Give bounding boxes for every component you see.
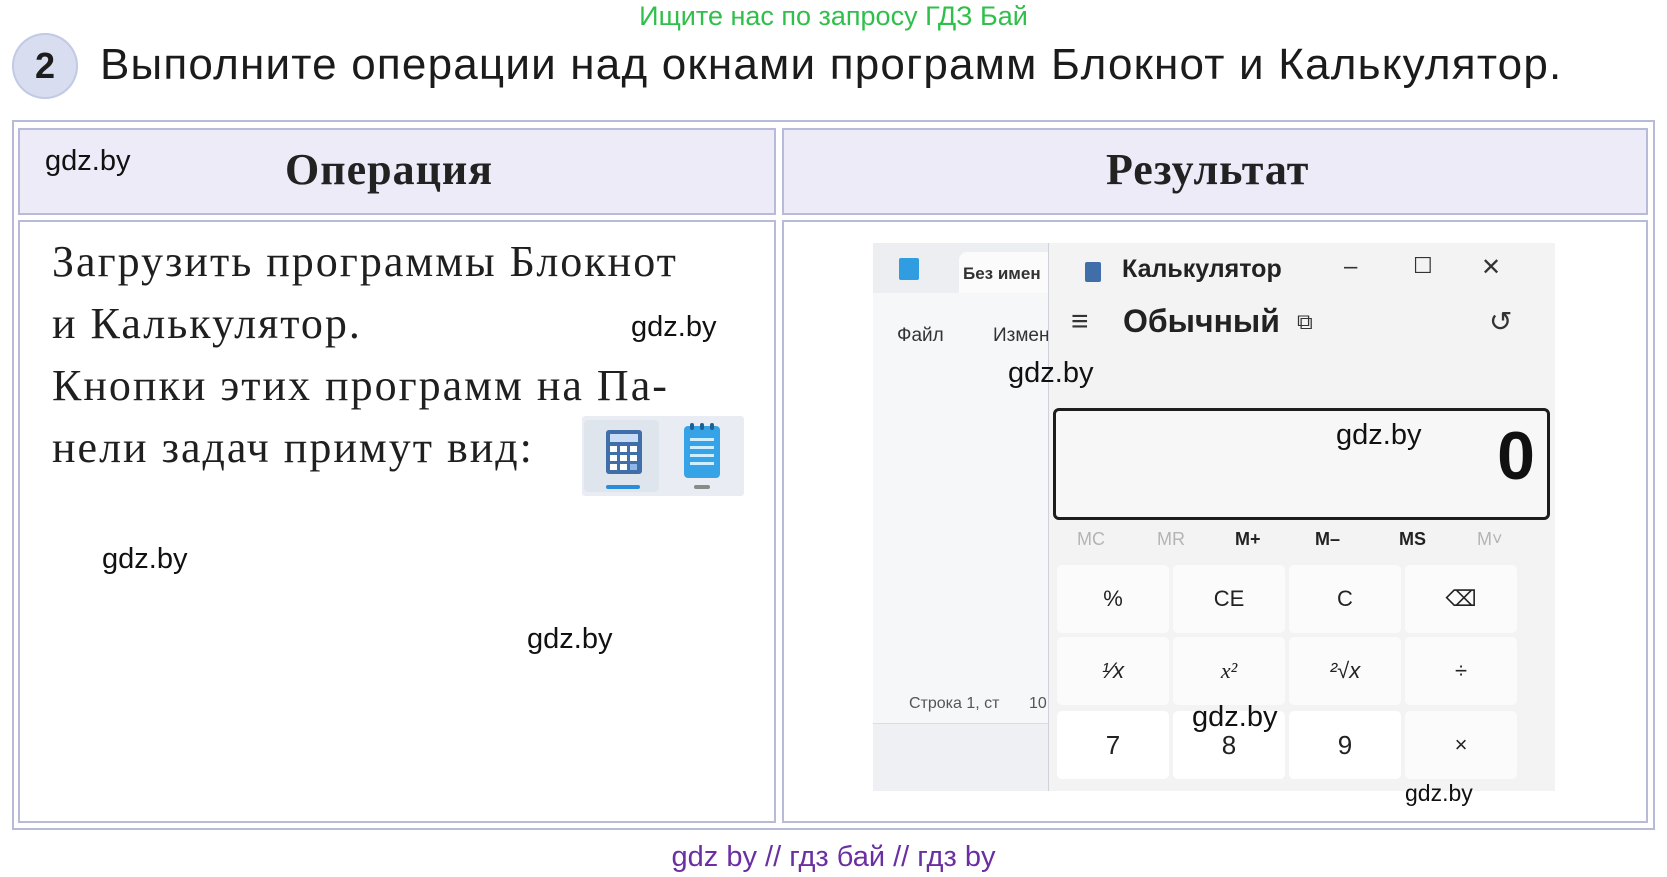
calculator-display: 0: [1053, 408, 1550, 520]
operation-line-4: нели задач примут вид:: [52, 423, 534, 472]
key-divide: ÷: [1405, 637, 1517, 705]
taskbar-notepad-button: [664, 420, 739, 492]
watermark: gdz.by: [45, 145, 131, 177]
memory-list: M˅: [1477, 529, 1503, 549]
keep-on-top-icon: ⧉: [1297, 309, 1313, 334]
watermark: gdz.by: [1405, 780, 1473, 806]
notepad-menu-file: Файл: [897, 325, 944, 346]
task-instruction: Выполните операции над окнами программ Б…: [100, 40, 1563, 89]
footer-links: gdz by // гдз бай // гдз by: [671, 841, 996, 873]
notepad-status-tail: 10: [1029, 695, 1047, 712]
notepad-icon: [684, 423, 720, 478]
notepad-icon: [899, 258, 919, 280]
notepad-window: Без имен Файл Измен Строка 1, ст 10: [873, 243, 1069, 723]
memory-clear: MC: [1077, 529, 1105, 549]
operation-line-1: Загрузить программы Блокнот: [52, 237, 678, 286]
key-clear: C: [1289, 565, 1401, 633]
key-percent: %: [1057, 565, 1169, 633]
calculator-window: Калькулятор – ☐ ✕ ≡ Обычный ⧉ ↺ 0 MC MR …: [1048, 243, 1555, 791]
watermark: gdz.by: [631, 311, 717, 343]
watermark: gdz.by: [1192, 701, 1278, 733]
key-clear-entry: CE: [1173, 565, 1285, 633]
minimize-icon: –: [1344, 253, 1358, 280]
key-7: 7: [1057, 711, 1169, 779]
notepad-menu-edit: Измен: [993, 325, 1050, 346]
notepad-title: Без имен: [963, 264, 1041, 283]
operation-header: Операция: [285, 145, 494, 194]
operation-line-2: и Калькулятор.: [52, 299, 362, 348]
key-backspace: ⌫: [1405, 565, 1517, 633]
memory-recall: MR: [1157, 529, 1185, 549]
watermark: gdz.by: [1008, 357, 1094, 389]
taskbar-buttons-image: [582, 416, 744, 496]
key-9: 9: [1289, 711, 1401, 779]
calculator-icon: [606, 430, 642, 474]
operation-line-3: Кнопки этих программ на Па-: [52, 361, 669, 410]
key-square-root: ²√x: [1289, 637, 1401, 705]
result-header: Результат: [1106, 145, 1310, 194]
memory-add: M+: [1235, 529, 1261, 549]
task-number-badge: 2: [12, 33, 78, 99]
watermark: gdz.by: [1336, 419, 1422, 451]
watermark: gdz.by: [102, 543, 188, 575]
taskbar-calculator-button: [584, 420, 659, 492]
menu-icon: ≡: [1071, 305, 1089, 338]
display-value: 0: [1497, 418, 1535, 494]
key-reciprocal: ¹⁄x: [1057, 637, 1169, 705]
calculator-mode: Обычный: [1123, 303, 1280, 339]
history-icon: ↺: [1489, 306, 1513, 337]
calculator-title: Калькулятор: [1122, 255, 1282, 283]
key-square: x²: [1173, 637, 1285, 705]
calculator-icon: [1085, 262, 1101, 282]
memory-store: MS: [1399, 529, 1426, 549]
search-hint: Ищите нас по запросу ГДЗ Бай: [639, 1, 1028, 31]
watermark: gdz.by: [527, 623, 613, 655]
maximize-icon: ☐: [1413, 253, 1433, 278]
notepad-status: Строка 1, ст: [909, 695, 1000, 712]
memory-subtract: M–: [1315, 529, 1341, 549]
close-icon: ✕: [1481, 254, 1502, 281]
key-multiply: ×: [1405, 711, 1517, 779]
